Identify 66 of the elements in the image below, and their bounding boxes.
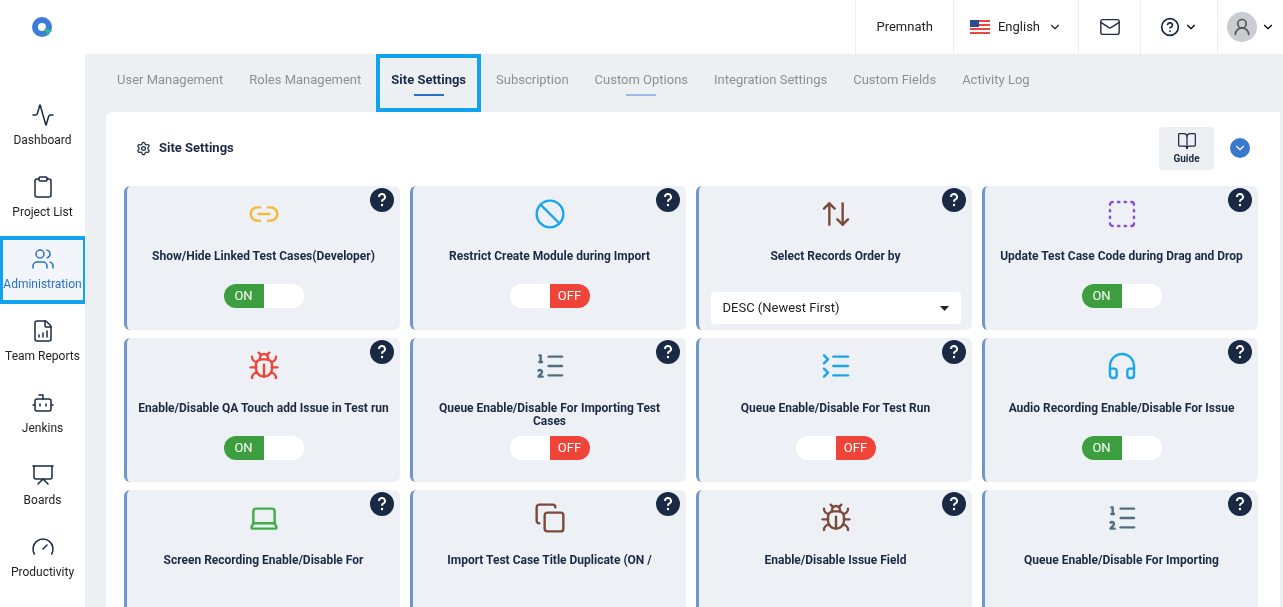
prohibited-icon [533, 198, 566, 230]
setting-title: Queue Enable/Disable For Importing [1024, 554, 1219, 569]
help-icon[interactable] [942, 188, 966, 212]
order-select[interactable]: DESC (Newest First) [710, 292, 961, 324]
setting-title: Restrict Create Module during Import [449, 250, 650, 265]
help-icon [1160, 17, 1180, 37]
help-icon[interactable] [370, 340, 394, 364]
tab[interactable]: Integration Settings [703, 54, 839, 112]
tab[interactable]: Custom Fields [842, 54, 948, 112]
toggle-switch[interactable]: OFF [795, 436, 876, 460]
guide-button[interactable]: Guide [1159, 126, 1214, 170]
tab[interactable]: Subscription [485, 54, 580, 112]
sidebar-item[interactable]: Team Reports [0, 308, 87, 376]
sidebar-item[interactable]: Dashboard [0, 92, 87, 160]
setting-title: Queue Enable/Disable For Test Run [740, 402, 931, 417]
tab[interactable]: Custom Options [583, 54, 700, 112]
logo-icon [30, 15, 55, 39]
help-icon[interactable] [1228, 340, 1252, 364]
pulse-icon [30, 103, 55, 127]
sidebar-item[interactable]: Administration [0, 236, 87, 304]
toggle-switch[interactable]: ON [223, 436, 304, 460]
setting-title: Screen Recording Enable/Disable For [163, 554, 364, 569]
presentation-board-icon [30, 463, 55, 487]
help-icon[interactable] [656, 340, 680, 364]
setting-title: Import Test Case Title Duplicate (ON / [447, 554, 652, 569]
help-icon[interactable] [656, 188, 680, 212]
toggle-switch[interactable]: ON [223, 284, 304, 308]
caret-icon [939, 305, 949, 311]
sidebar-item[interactable]: Productivity [0, 524, 87, 592]
help-icon[interactable] [1228, 492, 1252, 516]
sidebar-item[interactable]: Jenkins [0, 380, 87, 448]
setting-title: Select Records Order by [770, 250, 901, 265]
help-icon[interactable] [656, 492, 680, 516]
collapse-button[interactable] [1230, 138, 1250, 158]
copy-icon [533, 502, 566, 534]
setting-title: Show/Hide Linked Test Cases(Developer) [152, 250, 375, 265]
avatar-icon [1226, 12, 1257, 42]
flag-icon [969, 20, 990, 34]
toggle-switch[interactable]: OFF [509, 284, 590, 308]
toggle-switch[interactable]: ON [1081, 436, 1162, 460]
help-icon[interactable] [942, 340, 966, 364]
help-icon[interactable] [370, 492, 394, 516]
sidebar-item[interactable]: Boards [0, 452, 87, 520]
tab[interactable]: Activity Log [951, 54, 1041, 112]
tab[interactable]: Site Settings [376, 54, 482, 112]
setting-title: Audio Recording Enable/Disable For Issue [1008, 402, 1235, 417]
gears-icon [136, 140, 151, 156]
help-icon[interactable] [942, 492, 966, 516]
tab[interactable]: User Management [106, 54, 235, 112]
mail-icon [1098, 16, 1121, 38]
help-icon[interactable] [370, 188, 394, 212]
panel-title: Site Settings [159, 139, 234, 158]
tab[interactable]: Roles Management [238, 54, 373, 112]
bug-icon [247, 350, 280, 382]
setting-title: Update Test Case Code during Drag and Drop [1000, 250, 1243, 265]
bug-icon [819, 502, 852, 534]
setting-title: Enable/Disable Issue Field [764, 554, 907, 569]
users-icon [30, 247, 55, 271]
help-icon[interactable] [1228, 188, 1252, 212]
setting-title: Enable/Disable QA Touch add Issue in Test run [138, 402, 389, 417]
book-icon [1176, 130, 1197, 151]
toggle-switch[interactable]: ON [1081, 284, 1162, 308]
toggle-switch[interactable]: OFF [509, 436, 590, 460]
robot-icon [30, 391, 55, 415]
sidebar-item[interactable]: Project List [0, 164, 87, 232]
setting-title: Queue Enable/Disable For Importing Test Cases [437, 402, 662, 428]
